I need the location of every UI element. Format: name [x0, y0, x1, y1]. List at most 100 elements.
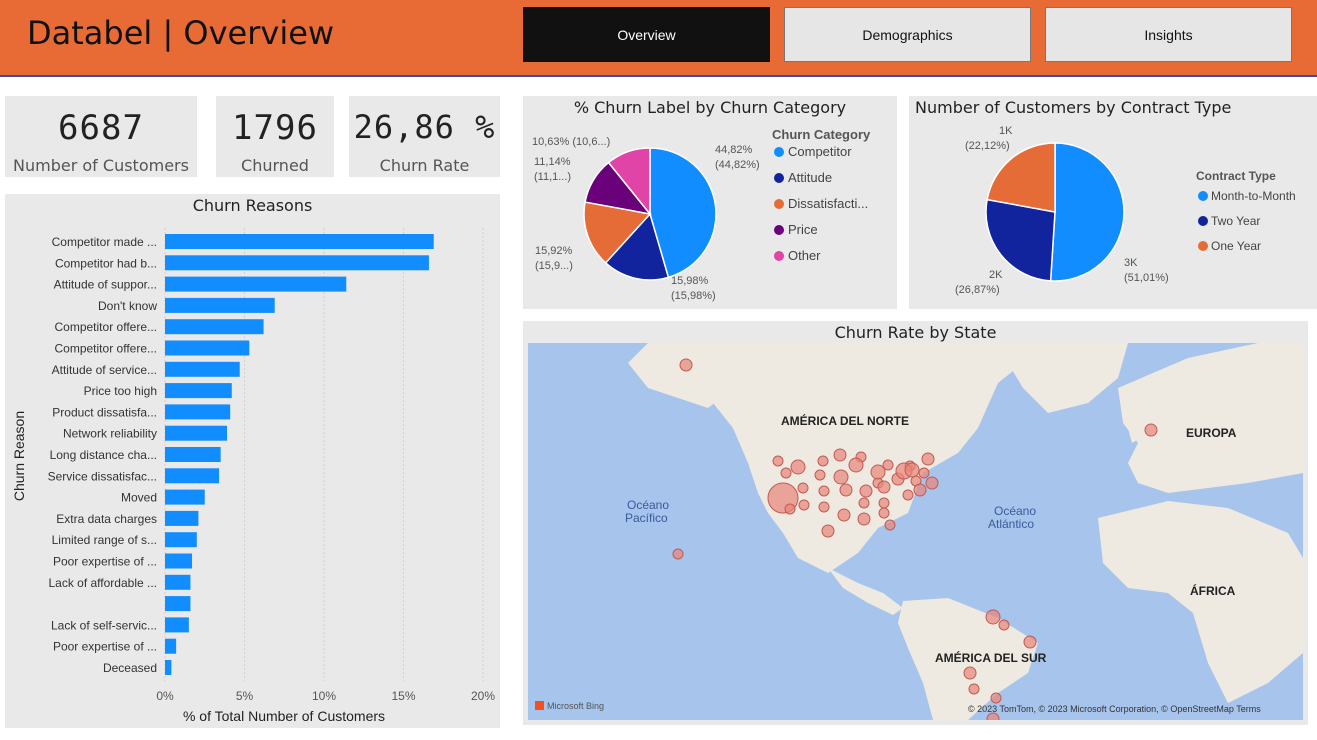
state-bubble[interactable] [679, 358, 693, 372]
state-bubble[interactable] [818, 501, 830, 513]
state-bubble[interactable] [797, 482, 809, 494]
state-bubble[interactable] [884, 519, 896, 531]
africa-landmass [1098, 501, 1303, 703]
state-bubble[interactable] [780, 467, 792, 479]
churn-category-panel: % Churn Label by Churn Category 44,82% (4… [523, 96, 897, 309]
bar [165, 319, 264, 335]
state-bubble[interactable] [968, 683, 980, 695]
state-bubble[interactable] [859, 484, 873, 498]
bar [165, 596, 191, 612]
state-bubble[interactable] [878, 507, 890, 519]
central-america-landmass [828, 568, 903, 615]
category-label: Lack of affordable ... [48, 576, 157, 590]
category-label: Poor expertise of ... [53, 555, 157, 569]
pie-data-label: (15,9...) [535, 260, 573, 272]
state-bubble[interactable] [857, 512, 871, 526]
nav-insights-button[interactable]: Insights [1045, 7, 1292, 62]
map-attribution[interactable]: © 2023 TomTom, © 2023 Microsoft Corporat… [968, 704, 1261, 714]
legend-label: Price [788, 222, 818, 237]
bar [165, 404, 231, 420]
state-bubble[interactable] [837, 508, 851, 522]
chart-title: Churn Rate by State [834, 323, 997, 342]
state-bubble[interactable] [985, 609, 1001, 625]
bar [165, 574, 191, 590]
state-bubble[interactable] [833, 448, 847, 462]
state-bubble[interactable] [814, 469, 826, 481]
state-bubble[interactable] [925, 476, 939, 490]
state-bubble[interactable] [990, 692, 1002, 704]
bar [165, 361, 240, 377]
state-bubble[interactable] [877, 480, 891, 494]
state-bubble[interactable] [1144, 423, 1158, 437]
kpi-card-customers: 6687 Number of Customers [5, 96, 197, 177]
state-bubble[interactable] [790, 459, 806, 475]
page-title: Databel | Overview [27, 14, 335, 52]
map-label-europe: EUROPA [1186, 426, 1237, 440]
category-label: Competitor made ... [52, 235, 157, 249]
category-label: Limited range of s... [52, 533, 157, 547]
state-bubble[interactable] [672, 548, 684, 560]
state-bubble[interactable] [848, 457, 864, 473]
state-bubble[interactable] [998, 619, 1010, 631]
state-bubble[interactable] [1023, 635, 1037, 649]
map-label-pacific-2: Pacífico [625, 511, 668, 525]
legend-marker [774, 147, 784, 157]
pie-data-label: (26,87%) [955, 284, 1000, 296]
bar [165, 468, 220, 484]
map-svg[interactable]: AMÉRICA DEL NORTE EUROPA Océano Pacífico… [528, 343, 1303, 720]
x-tick-label: 5% [236, 689, 254, 703]
state-bubble[interactable] [878, 497, 890, 509]
state-bubble[interactable] [913, 483, 927, 497]
bar [165, 340, 250, 356]
legend-marker [774, 199, 784, 209]
kpi-label: Number of Customers [13, 156, 189, 175]
map-label-north-america: AMÉRICA DEL NORTE [781, 413, 909, 428]
bar [165, 447, 221, 462]
state-bubble[interactable] [839, 483, 853, 497]
state-bubble[interactable] [986, 712, 1000, 720]
churn-reasons-chart: 0% 5% 10% 15% 20% Competitor made ... Competit… [11, 228, 495, 724]
state-bubble[interactable] [798, 499, 810, 511]
state-bubble[interactable] [904, 462, 920, 478]
state-bubble[interactable] [921, 452, 935, 466]
state-bubble[interactable] [918, 467, 930, 479]
state-bubble[interactable] [817, 455, 829, 467]
state-bubble[interactable] [870, 464, 886, 480]
state-bubble[interactable] [784, 503, 796, 515]
bar [165, 617, 189, 633]
legend-marker [774, 251, 784, 261]
state-bubble[interactable] [833, 469, 849, 485]
legend-label: One Year [1211, 239, 1261, 253]
kpi-value: 6687 [58, 108, 144, 148]
bar [165, 660, 172, 675]
state-bubble[interactable] [772, 455, 784, 467]
legend-marker [774, 225, 784, 235]
state-bubble[interactable] [858, 497, 870, 509]
state-bubble[interactable] [818, 485, 830, 497]
nav-overview-button[interactable]: Overview [523, 7, 770, 62]
nav-demographics-button[interactable]: Demographics [784, 7, 1031, 62]
state-bubble[interactable] [963, 666, 977, 680]
map-canvas[interactable]: AMÉRICA DEL NORTE EUROPA Océano Pacífico… [528, 343, 1303, 720]
pie-data-label: 10,63% (10,6...) [532, 136, 610, 148]
map-label-africa: ÁFRICA [1190, 583, 1236, 598]
kpi-label: Churned [241, 156, 309, 175]
greenland-landmass [998, 343, 1128, 413]
bar [165, 553, 193, 569]
europe-landmass [1118, 343, 1303, 493]
pie-data-label: 44,82% [715, 144, 753, 156]
x-axis-label: % of Total Number of Customers [183, 708, 385, 724]
bar [165, 489, 205, 505]
kpi-card-churned: 1796 Churned [216, 96, 334, 177]
x-tick-label: 15% [391, 689, 415, 703]
bar [165, 638, 177, 654]
pie-data-label: 15,98% [671, 275, 709, 287]
category-label: Moved [121, 491, 157, 505]
category-label: Don't know [98, 299, 157, 313]
legend-title: Contract Type [1196, 169, 1276, 183]
category-label: Extra data charges [56, 512, 157, 526]
state-bubble[interactable] [821, 524, 835, 538]
contract-type-panel: Number of Customers by Contract Type 3K(… [909, 96, 1317, 309]
state-bubble[interactable] [902, 489, 914, 501]
legend-marker [1198, 191, 1208, 201]
